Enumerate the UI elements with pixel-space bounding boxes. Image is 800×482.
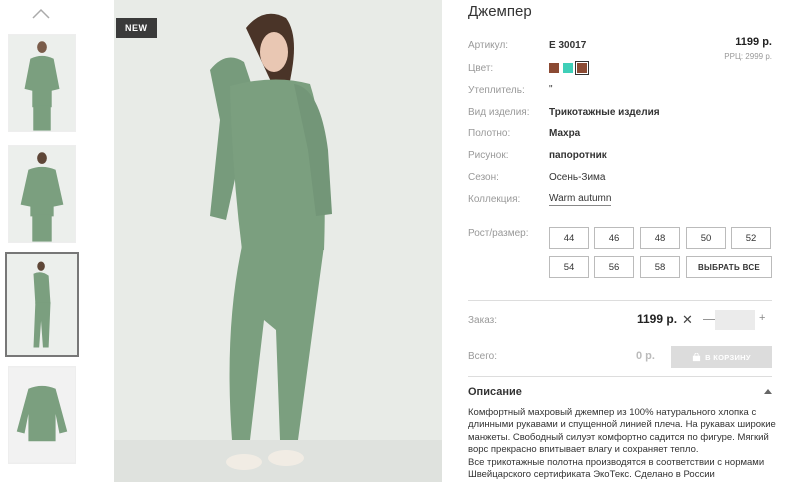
product-rrp: РРЦ: 2999 р. [724, 52, 772, 61]
chevron-up-icon[interactable] [30, 6, 52, 22]
select-all-sizes-button[interactable]: ВЫБРАТЬ ВСЕ [686, 256, 772, 278]
attr-value-fabric: Махра [549, 128, 581, 139]
thumbnail-3-selected[interactable] [5, 252, 79, 357]
attr-label-collection: Коллекция: [468, 194, 521, 205]
attr-label-fabric: Полотно: [468, 128, 511, 139]
multiply-icon: ✕ [682, 312, 693, 327]
description-title[interactable]: Описание [468, 386, 522, 398]
size-button-56[interactable]: 56 [594, 256, 634, 278]
attr-value-article: E 30017 [549, 40, 587, 51]
attr-label-type: Вид изделия: [468, 107, 530, 118]
new-badge: NEW [116, 18, 157, 38]
product-main-image[interactable] [114, 0, 442, 482]
description-line: манжеты. Свободный силуэт комфортно сади… [468, 431, 769, 443]
total-value: 0 р. [636, 350, 655, 362]
size-button-46[interactable]: 46 [594, 227, 634, 249]
attr-label-season: Сезон: [468, 172, 499, 183]
attr-value-type: Трикотажные изделия [549, 107, 660, 118]
description-line: Все трикотажные полотна производятся в с… [468, 456, 765, 468]
attr-value-pattern: папоротник [549, 150, 607, 161]
order-price: 1199 р. [637, 312, 678, 326]
attr-value-insulation: " [549, 84, 553, 95]
size-button-52[interactable]: 52 [731, 227, 771, 249]
size-button-54[interactable]: 54 [549, 256, 589, 278]
color-swatch-3-selected[interactable] [575, 61, 589, 75]
description-line: ворс прекрасно впитывает влагу и сохраня… [468, 444, 699, 456]
size-button-48[interactable]: 48 [640, 227, 680, 249]
attr-value-season: Осень-Зима [549, 172, 606, 183]
attr-label-pattern: Рисунок: [468, 150, 509, 161]
add-to-cart-label: В КОРЗИНУ [705, 352, 751, 362]
divider [468, 300, 772, 301]
add-to-cart-button[interactable]: В КОРЗИНУ [671, 346, 772, 368]
thumbnail-4[interactable] [8, 366, 76, 464]
divider [468, 376, 772, 377]
color-swatch-2[interactable] [563, 63, 573, 73]
attr-label-insulation: Утеплитель: [468, 85, 525, 96]
order-label: Заказ: [468, 315, 498, 326]
total-label: Всего: [468, 351, 497, 362]
thumbnail-2[interactable] [8, 145, 76, 243]
description-line: Швейцарского сертификата ЭкоТекс. Сделан… [468, 469, 715, 481]
thumbnail-1[interactable] [8, 34, 76, 132]
size-button-44[interactable]: 44 [549, 227, 589, 249]
collection-link[interactable]: Warm autumn [549, 193, 612, 206]
size-button-50[interactable]: 50 [686, 227, 726, 249]
product-title: Джемпер [468, 3, 532, 20]
increase-qty-button[interactable]: + [759, 312, 765, 324]
description-line: Комфортный махровый джемпер из 100% нату… [468, 407, 757, 418]
attr-label-color: Цвет: [468, 63, 494, 74]
size-label: Рост/размер: [468, 228, 529, 239]
caret-up-icon[interactable] [764, 388, 772, 394]
description-text: Комфортный махровый джемпер из 100% нату… [468, 407, 778, 481]
quantity-input[interactable] [715, 310, 755, 330]
description-line: длинными рукавами и спущенной линией пле… [468, 419, 776, 431]
color-swatch-1[interactable] [549, 63, 559, 73]
size-button-58[interactable]: 58 [640, 256, 680, 278]
product-price: 1199 р. [735, 36, 772, 48]
cart-icon [693, 352, 701, 361]
attr-label-article: Артикул: [468, 40, 509, 51]
